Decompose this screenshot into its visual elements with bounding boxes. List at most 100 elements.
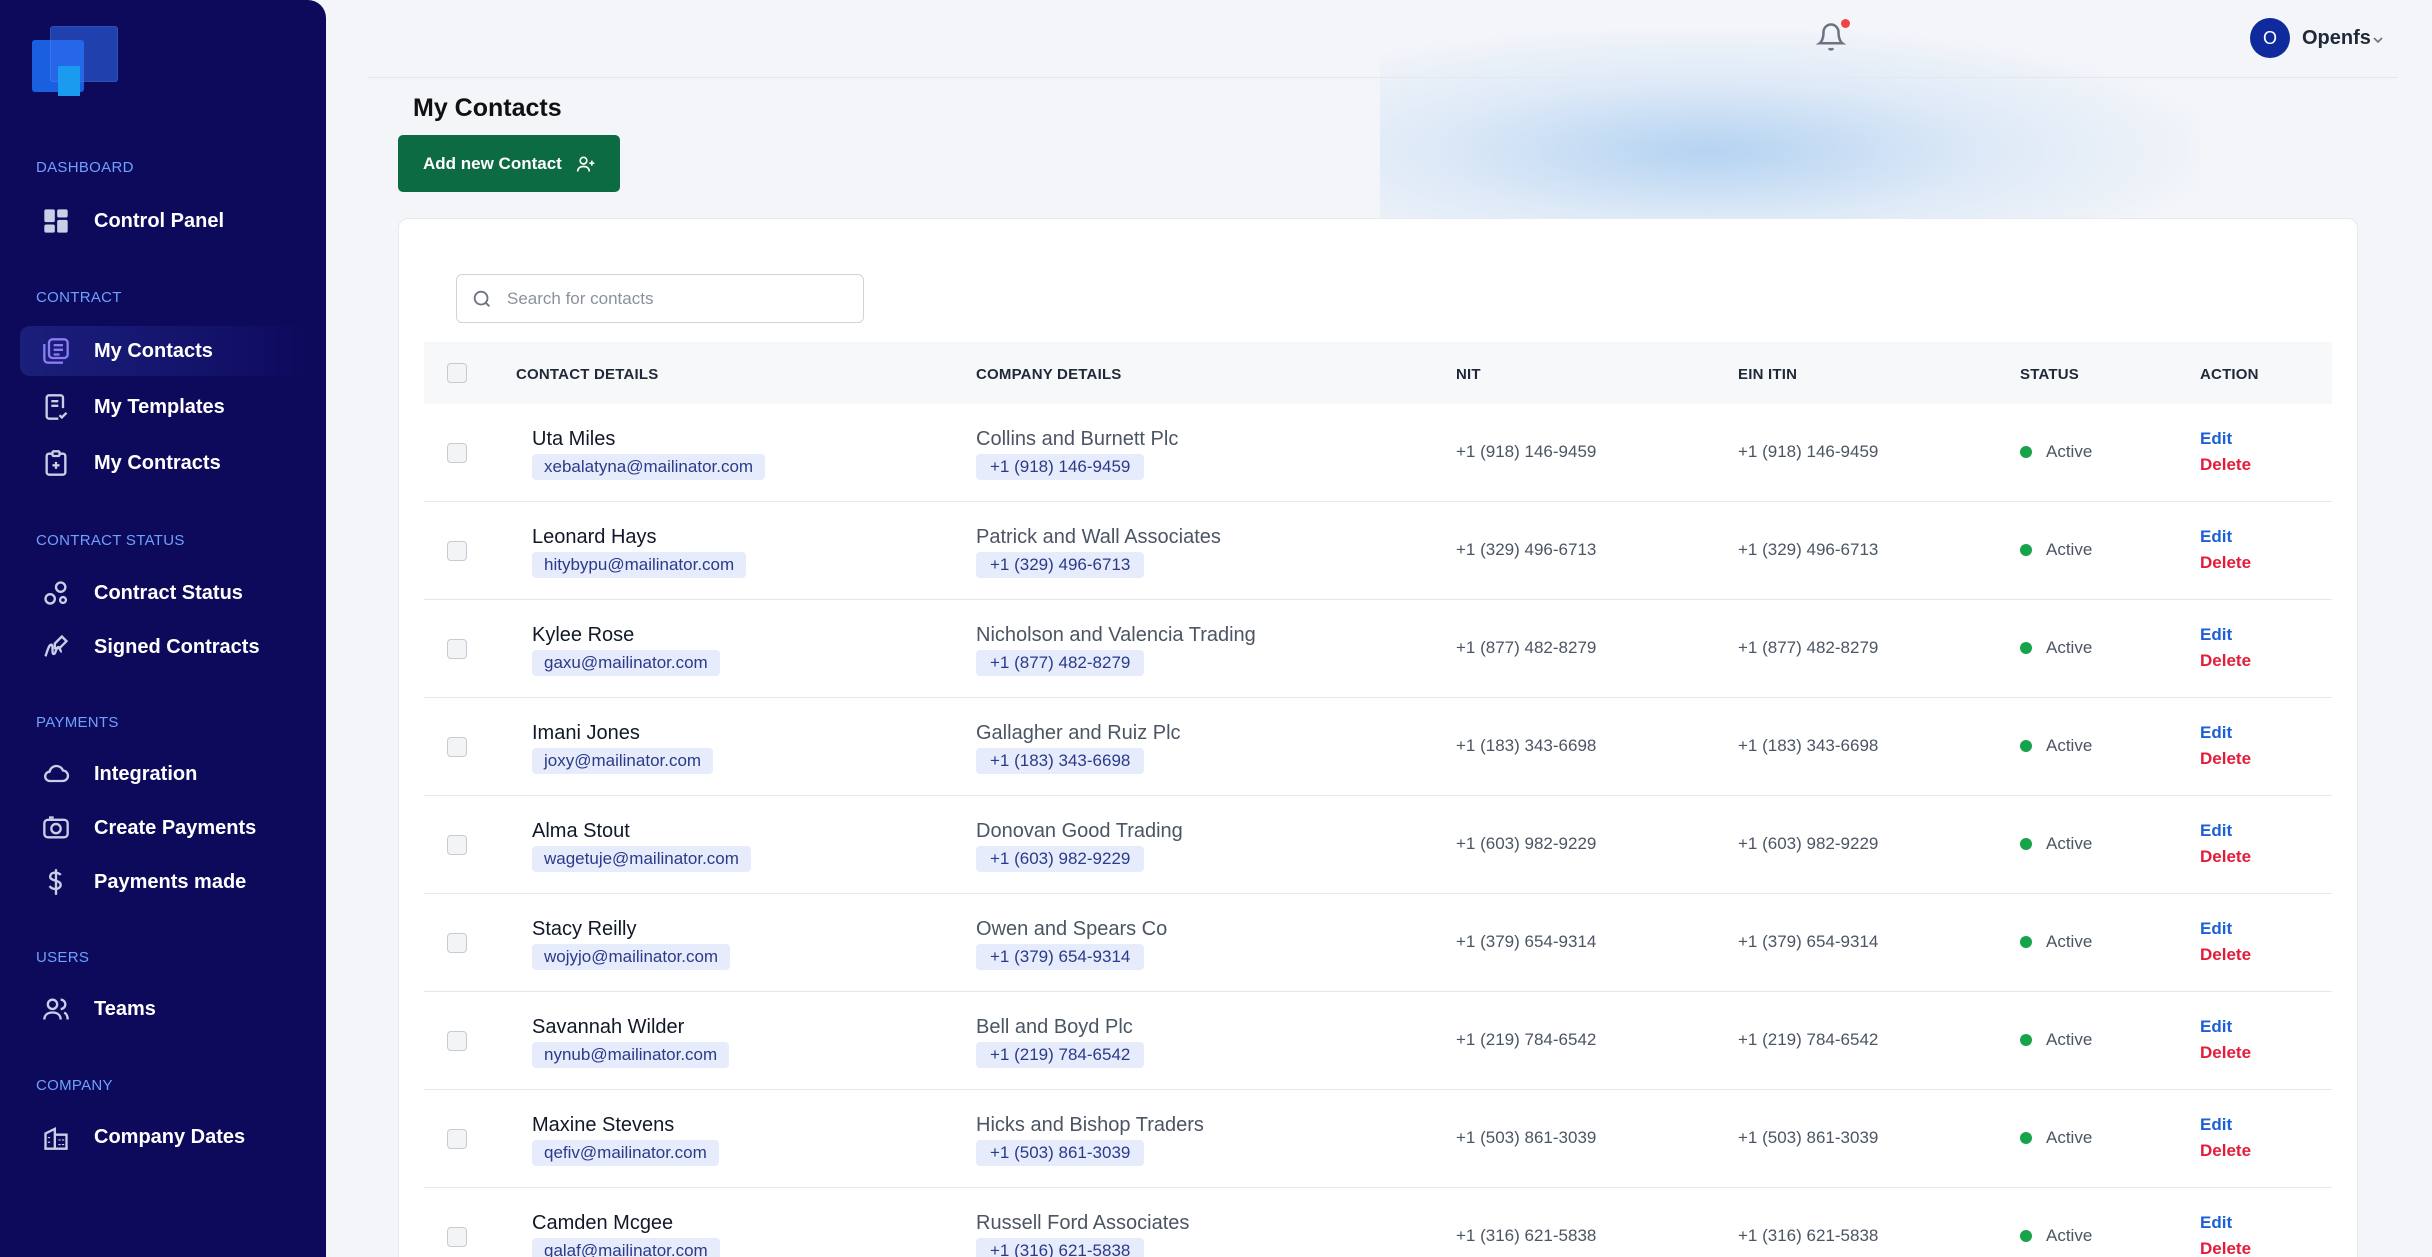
search-icon <box>473 290 490 307</box>
nit-value: +1 (316) 621-5838 <box>1456 1226 1597 1245</box>
company-name: Bell and Boyd Plc <box>976 1016 1133 1038</box>
page-title: My Contacts <box>413 94 562 122</box>
edit-link[interactable]: Edit <box>2200 919 2232 939</box>
notification-badge <box>1841 19 1850 28</box>
section-label-company: COMPANY <box>36 1077 113 1094</box>
building-icon <box>42 1123 70 1151</box>
edit-link[interactable]: Edit <box>2200 821 2232 841</box>
column-header-status[interactable]: STATUS <box>2020 366 2079 383</box>
sidebar-item-label: My Templates <box>94 395 225 418</box>
delete-link[interactable]: Delete <box>2200 455 2251 475</box>
sidebar-item-label: Contract Status <box>94 581 243 604</box>
ein-value: +1 (503) 861-3039 <box>1738 1128 1879 1147</box>
company-phone: +1 (503) 861-3039 <box>976 1140 1145 1166</box>
nit-value: +1 (219) 784-6542 <box>1456 1030 1597 1049</box>
signature-icon <box>42 633 70 661</box>
cloud-icon <box>42 760 70 788</box>
select-all-checkbox[interactable] <box>447 363 467 383</box>
edit-link[interactable]: Edit <box>2200 1017 2232 1037</box>
row-checkbox[interactable] <box>447 933 467 953</box>
column-header-nit[interactable]: NIT <box>1456 366 1481 383</box>
status-icon <box>42 579 70 607</box>
column-header-company[interactable]: COMPANY DETAILS <box>976 366 1122 383</box>
ein-value: +1 (316) 621-5838 <box>1738 1226 1879 1245</box>
table-row: Alma Stout wagetuje@mailinator.com Donovan… <box>424 796 2332 894</box>
sidebar-item-control-panel[interactable]: Control Panel <box>20 196 310 246</box>
edit-link[interactable]: Edit <box>2200 527 2232 547</box>
company-name: Collins and Burnett Plc <box>976 428 1179 450</box>
sidebar-item-label: Company Dates <box>94 1125 246 1148</box>
row-checkbox[interactable] <box>447 639 467 659</box>
app-logo[interactable] <box>32 26 118 96</box>
status-badge: Active <box>2020 638 2092 658</box>
add-contact-label: Add new Contact <box>423 153 562 173</box>
edit-link[interactable]: Edit <box>2200 1213 2232 1233</box>
company-phone: +1 (918) 146-9459 <box>976 454 1145 480</box>
row-checkbox[interactable] <box>447 541 467 561</box>
column-header-contact[interactable]: CONTACT DETAILS <box>516 366 658 383</box>
status-text: Active <box>2046 1030 2093 1049</box>
status-badge: Active <box>2020 1226 2092 1246</box>
edit-link[interactable]: Edit <box>2200 723 2232 743</box>
row-checkbox[interactable] <box>447 1227 467 1247</box>
status-dot-icon <box>2020 936 2032 948</box>
delete-link[interactable]: Delete <box>2200 651 2251 671</box>
contact-name: Stacy Reilly <box>532 918 637 940</box>
delete-link[interactable]: Delete <box>2200 1141 2251 1161</box>
add-contact-button[interactable]: Add new Contact <box>398 135 620 192</box>
sidebar-item-my-contacts[interactable]: My Contacts <box>20 326 310 376</box>
sidebar-item-signed-contracts[interactable]: Signed Contracts <box>20 622 310 672</box>
delete-link[interactable]: Delete <box>2200 749 2251 769</box>
sidebar-item-label: Control Panel <box>94 209 225 232</box>
row-checkbox[interactable] <box>447 737 467 757</box>
chevron-down-icon[interactable] <box>2370 32 2386 48</box>
sidebar-item-integration[interactable]: Integration <box>20 749 310 799</box>
edit-link[interactable]: Edit <box>2200 429 2232 449</box>
delete-link[interactable]: Delete <box>2200 945 2251 965</box>
section-label-contract-status: CONTRACT STATUS <box>36 532 185 549</box>
sidebar-item-my-contracts[interactable]: My Contracts <box>20 438 310 488</box>
search-box[interactable] <box>456 274 864 323</box>
search-input[interactable] <box>507 288 847 309</box>
row-checkbox[interactable] <box>447 1031 467 1051</box>
add-user-icon <box>576 156 595 172</box>
company-name: Owen and Spears Co <box>976 918 1168 940</box>
edit-link[interactable]: Edit <box>2200 1115 2232 1135</box>
contact-email: wojyjo@mailinator.com <box>532 944 731 970</box>
ein-value: +1 (219) 784-6542 <box>1738 1030 1879 1049</box>
avatar[interactable]: O <box>2250 18 2290 58</box>
row-checkbox[interactable] <box>447 835 467 855</box>
sidebar-item-my-templates[interactable]: My Templates <box>20 382 310 432</box>
column-header-ein[interactable]: EIN ITIN <box>1738 366 1797 383</box>
nit-value: +1 (603) 982-9229 <box>1456 834 1597 853</box>
row-checkbox[interactable] <box>447 1129 467 1149</box>
status-badge: Active <box>2020 1128 2092 1148</box>
delete-link[interactable]: Delete <box>2200 1043 2251 1063</box>
delete-link[interactable]: Delete <box>2200 847 2251 867</box>
contact-name: Maxine Stevens <box>532 1114 675 1136</box>
table-row: Camden Mcgee galaf@mailinator.com Russell … <box>424 1188 2332 1257</box>
status-dot-icon <box>2020 1230 2032 1242</box>
company-phone: +1 (379) 654-9314 <box>976 944 1145 970</box>
row-checkbox[interactable] <box>447 443 467 463</box>
edit-link[interactable]: Edit <box>2200 625 2232 645</box>
sidebar-item-label: My Contacts <box>94 339 213 362</box>
sidebar-item-create-payments[interactable]: Create Payments <box>20 803 310 853</box>
delete-link[interactable]: Delete <box>2200 1239 2251 1257</box>
ein-value: +1 (379) 654-9314 <box>1738 932 1879 951</box>
company-phone: +1 (183) 343-6698 <box>976 748 1145 774</box>
sidebar-item-contract-status[interactable]: Contract Status <box>20 568 310 618</box>
ein-value: +1 (329) 496-6713 <box>1738 540 1879 559</box>
contact-email: hitybypu@mailinator.com <box>532 552 747 578</box>
company-name: Patrick and Wall Associates <box>976 526 1221 548</box>
company-phone: +1 (219) 784-6542 <box>976 1042 1145 1068</box>
status-badge: Active <box>2020 736 2092 756</box>
sidebar-item-teams[interactable]: Teams <box>20 984 310 1034</box>
table-row: Uta Miles xebalatyna@mailinator.com Collin… <box>424 404 2332 502</box>
sidebar-item-payments-made[interactable]: Payments made <box>20 857 310 907</box>
delete-link[interactable]: Delete <box>2200 553 2251 573</box>
sidebar-item-company-dates[interactable]: Company Dates <box>20 1112 310 1162</box>
status-dot-icon <box>2020 446 2032 458</box>
user-name[interactable]: Openfs <box>2302 27 2371 50</box>
dollar-icon <box>42 868 70 896</box>
